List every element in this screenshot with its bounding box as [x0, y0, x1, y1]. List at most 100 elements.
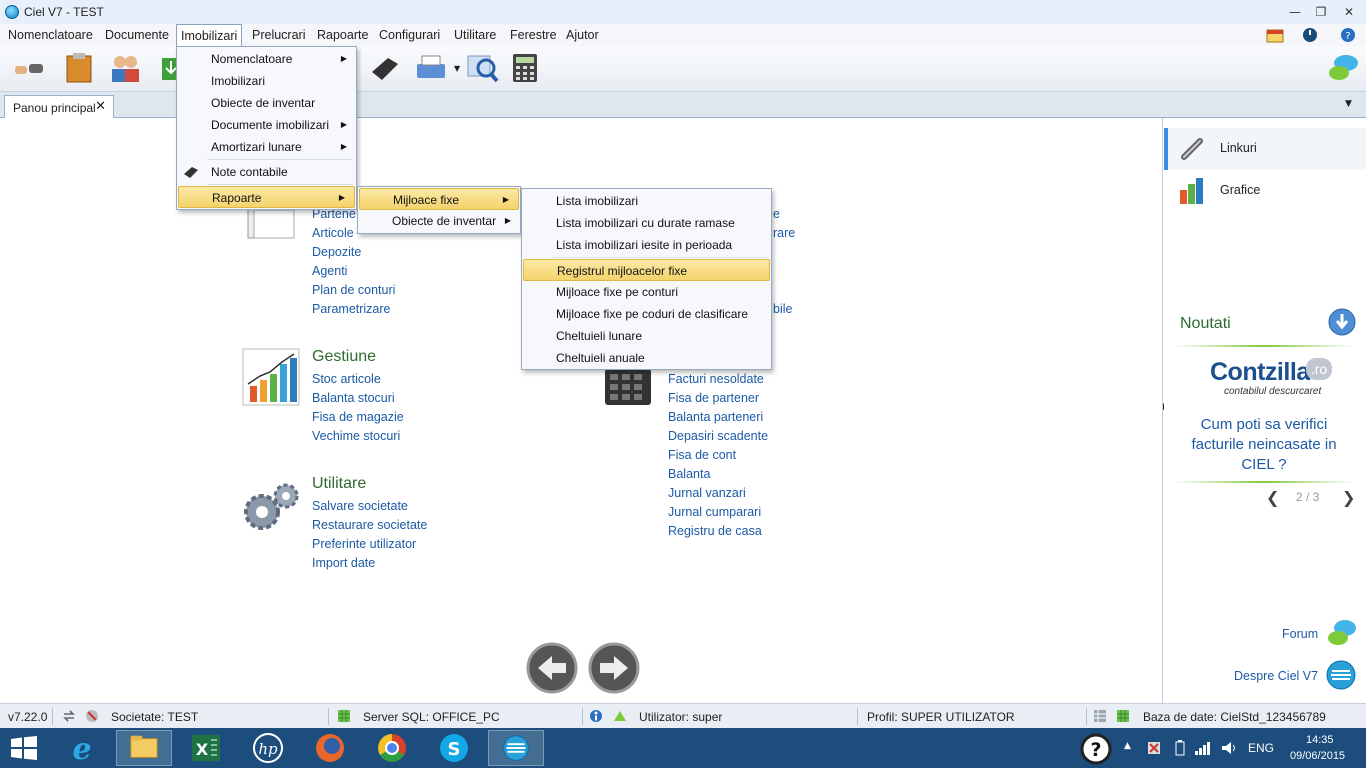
menu-ajutor[interactable]: Ajutor — [562, 24, 603, 46]
calculator-icon[interactable] — [508, 52, 542, 84]
minimize-button[interactable]: — — [1284, 3, 1306, 21]
grafice-item[interactable]: Grafice — [1164, 170, 1366, 210]
menuitem-note-contabile[interactable]: Note contabile — [177, 161, 356, 183]
search-preview-icon[interactable] — [466, 52, 500, 84]
link-jurnal-cumparari[interactable]: Jurnal cumparari — [668, 505, 761, 519]
disconnect-icon[interactable] — [84, 709, 100, 723]
menuitem-lista-imobilizari[interactable]: Lista imobilizari — [522, 190, 771, 212]
link-facturi-nesoldate[interactable]: Facturi nesoldate — [668, 372, 764, 386]
menuitem-lista-iesite[interactable]: Lista imobilizari iesite in perioada — [522, 234, 771, 256]
back-arrow-icon[interactable] — [526, 642, 578, 694]
menuitem-lista-durate-ramase[interactable]: Lista imobilizari cu durate ramase — [522, 212, 771, 234]
link-stoc-articole[interactable]: Stoc articole — [312, 372, 381, 386]
link-balanta-parteneri[interactable]: Balanta parteneri — [668, 410, 763, 424]
link-partial-top-1[interactable]: e — [773, 207, 780, 221]
forum-chat-icon[interactable] — [1326, 618, 1358, 648]
forward-arrow-icon[interactable] — [588, 642, 640, 694]
menuitem-rapoarte[interactable]: Rapoarte ▶ — [178, 186, 355, 208]
menuitem-mijloace-pe-coduri[interactable]: Mijloace fixe pe coduri de clasificare — [522, 303, 771, 325]
menu-documente[interactable]: Documente — [101, 24, 173, 46]
link-partial-mid[interactable]: bile — [773, 302, 792, 316]
link-fisa-de-magazie[interactable]: Fisa de magazie — [312, 410, 404, 424]
link-balanta-stocuri[interactable]: Balanta stocuri — [312, 391, 395, 405]
skype-icon[interactable]: S — [426, 730, 482, 766]
menu-nomenclatoare[interactable]: Nomenclatoare — [4, 24, 97, 46]
menuitem-imobilizari[interactable]: Imobilizari — [177, 70, 356, 92]
menuitem-obiecte-de-inventar[interactable]: Obiecte de inventar — [177, 92, 356, 114]
menuitem-cheltuieli-lunare[interactable]: Cheltuieli lunare — [522, 325, 771, 347]
menuitem-nomenclatoare[interactable]: Nomenclatoare ▶ — [177, 48, 356, 70]
language-indicator[interactable]: ENG — [1248, 741, 1274, 755]
menu-utilitare[interactable]: Utilitare — [450, 24, 500, 46]
hp-icon[interactable]: hp — [240, 730, 296, 766]
users-icon[interactable] — [108, 52, 142, 84]
signal-icon[interactable] — [1194, 740, 1212, 756]
menuitem-registrul-mijloacelor-fixe[interactable]: Registrul mijloacelor fixe — [523, 259, 770, 281]
ledger-icon[interactable] — [368, 52, 402, 84]
clock-date[interactable]: 09/06/2015 — [1290, 750, 1345, 762]
menuitem-obiecte-inventar[interactable]: Obiecte de inventar ▶ — [358, 210, 520, 232]
tab-list-arrow-icon[interactable]: ▼ — [1345, 99, 1352, 109]
calendar-icon[interactable] — [1266, 27, 1284, 43]
ciel-taskbar-icon[interactable] — [488, 730, 544, 766]
clipboard-icon[interactable] — [62, 52, 96, 84]
link-fisa-de-cont[interactable]: Fisa de cont — [668, 448, 736, 462]
menu-imobilizari[interactable]: Imobilizari — [176, 24, 243, 46]
link-vechime-stocuri[interactable]: Vechime stocuri — [312, 429, 400, 443]
promo-text[interactable]: Cum poti sa verifici facturile neincasat… — [1186, 415, 1342, 475]
printer-icon[interactable] — [414, 52, 448, 84]
despre-link[interactable]: Despre Ciel V7 — [1234, 669, 1318, 683]
help-icon[interactable]: ? — [1340, 27, 1356, 43]
help-tray-icon[interactable]: ? — [1080, 733, 1112, 765]
ciel-logo-icon[interactable] — [1326, 660, 1356, 690]
link-balanta[interactable]: Balanta — [668, 467, 710, 481]
menu-prelucrari[interactable]: Prelucrari — [248, 24, 310, 46]
link-articole[interactable]: Articole — [312, 226, 354, 240]
menuitem-documente-imobilizari[interactable]: Documente imobilizari ▶ — [177, 114, 356, 136]
printer-dropdown-arrow-icon[interactable]: ▼ — [454, 64, 460, 73]
close-window-button[interactable]: ✕ — [1338, 3, 1360, 21]
linkuri-item[interactable]: Linkuri — [1164, 128, 1366, 170]
link-partial-top-2[interactable]: rare — [773, 226, 795, 240]
menu-rapoarte[interactable]: Rapoarte — [313, 24, 372, 46]
chat-bubbles-icon[interactable] — [1326, 52, 1360, 84]
menu-configurari[interactable]: Configurari — [375, 24, 444, 46]
internet-explorer-icon[interactable]: e — [54, 730, 110, 766]
link-jurnal-vanzari[interactable]: Jurnal vanzari — [668, 486, 746, 500]
menuitem-amortizari-lunare[interactable]: Amortizari lunare ▶ — [177, 136, 356, 158]
forum-link[interactable]: Forum — [1282, 627, 1318, 641]
tab-panou-principal[interactable]: Panou principal ✕ — [4, 95, 114, 118]
security-tray-icon[interactable] — [1146, 740, 1162, 756]
link-fisa-de-partener[interactable]: Fisa de partener — [668, 391, 759, 405]
link-preferinte-utilizator[interactable]: Preferinte utilizator — [312, 537, 416, 551]
menuitem-mijloace-pe-conturi[interactable]: Mijloace fixe pe conturi — [522, 281, 771, 303]
menuitem-cheltuieli-anuale[interactable]: Cheltuieli anuale — [522, 347, 771, 369]
link-salvare-societate[interactable]: Salvare societate — [312, 499, 408, 513]
menu-ferestre[interactable]: Ferestre — [506, 24, 561, 46]
firefox-icon[interactable] — [302, 730, 358, 766]
link-import-date[interactable]: Import date — [312, 556, 375, 570]
prev-news-icon[interactable]: ❮ — [1266, 488, 1279, 507]
restore-button[interactable]: ❐ — [1310, 3, 1332, 21]
power-icon[interactable] — [1302, 27, 1318, 43]
link-depozite[interactable]: Depozite — [312, 245, 361, 259]
file-explorer-icon[interactable] — [116, 730, 172, 766]
tray-overflow-icon[interactable]: ▲ — [1124, 741, 1131, 751]
windows-start-icon[interactable] — [10, 736, 38, 760]
link-parametrizare[interactable]: Parametrizare — [312, 302, 391, 316]
download-globe-icon[interactable] — [1328, 308, 1356, 336]
link-registru-de-casa[interactable]: Registru de casa — [668, 524, 762, 538]
battery-icon[interactable] — [1174, 740, 1186, 756]
volume-icon[interactable] — [1220, 740, 1238, 756]
link-plan-de-conturi[interactable]: Plan de conturi — [312, 283, 395, 297]
next-news-icon[interactable]: ❯ — [1342, 488, 1355, 507]
link-restaurare-societate[interactable]: Restaurare societate — [312, 518, 427, 532]
tab-close-icon[interactable]: ✕ — [95, 99, 106, 114]
link-depasiri-scadente[interactable]: Depasiri scadente — [668, 429, 768, 443]
partners-handshake-icon[interactable] — [12, 52, 46, 84]
excel-icon[interactable]: X — [178, 730, 234, 766]
sync-icon[interactable] — [62, 709, 76, 723]
chrome-icon[interactable] — [364, 730, 420, 766]
clock-time[interactable]: 14:35 — [1306, 734, 1334, 746]
link-agenti[interactable]: Agenti — [312, 264, 347, 278]
